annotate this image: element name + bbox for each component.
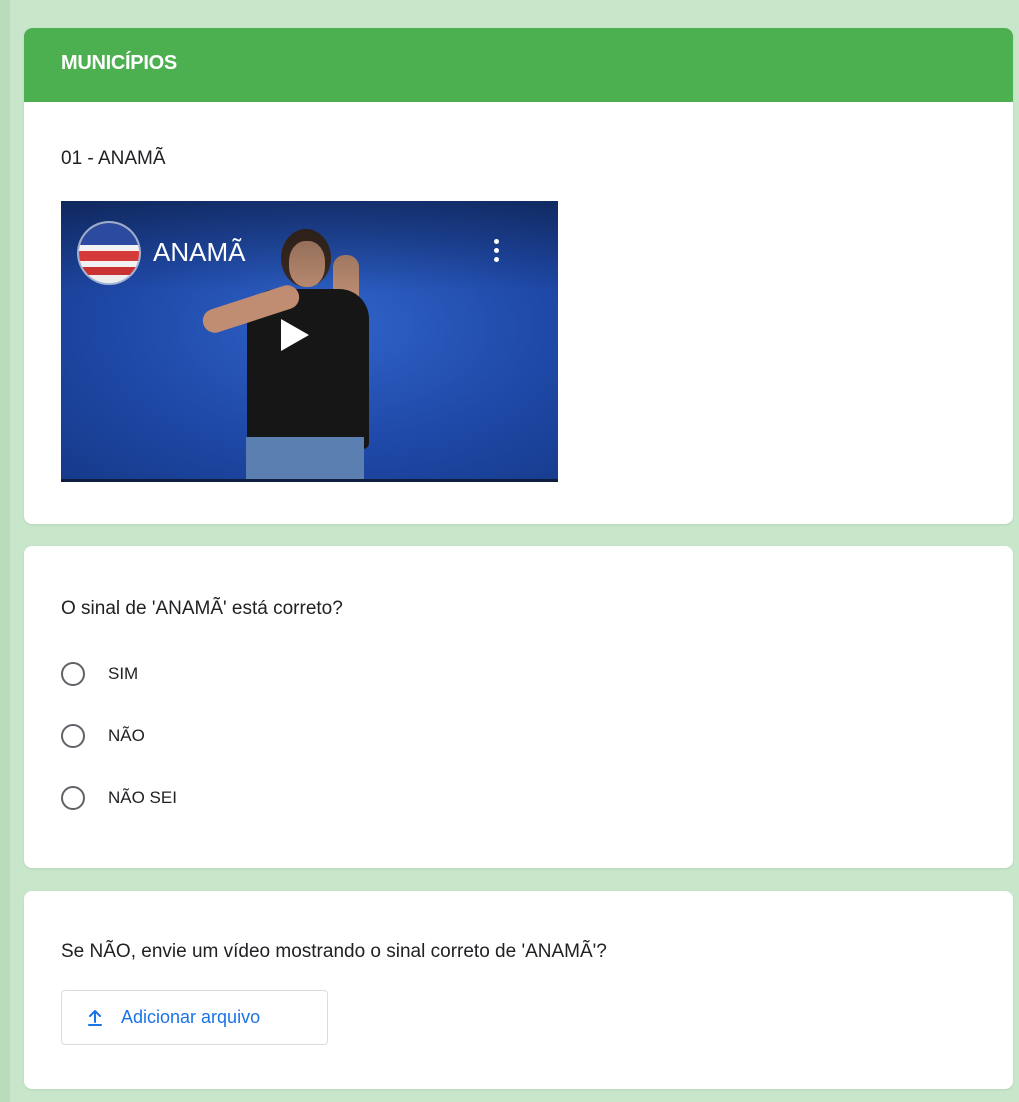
video-title[interactable]: ANAMÃ [153,237,245,268]
radio-label[interactable]: NÃO [108,726,145,746]
more-options-icon[interactable] [494,239,500,265]
video-person-legs [246,437,364,479]
upload-icon [88,1010,102,1026]
question-title: O sinal de 'ANAMÃ' está correto? [61,598,343,619]
add-file-label[interactable]: Adicionar arquivo [121,1007,260,1028]
upload-question-title: Se NÃO, envie um vídeo mostrando o sinal… [61,941,607,962]
radio-label[interactable]: NÃO SEI [108,788,177,808]
add-file-button[interactable]: Adicionar arquivo [61,990,328,1045]
radio-label[interactable]: SIM [108,664,138,684]
radio-option-sim[interactable]: SIM [61,660,361,690]
upload-card: Se NÃO, envie um vídeo mostrando o sinal… [24,891,1013,1089]
radio-button[interactable] [61,724,85,748]
section-card: MUNICÍPIOS 01 - ANAMÃ ANAMÃ [24,28,1013,524]
play-icon[interactable] [281,319,309,351]
radio-option-nao[interactable]: NÃO [61,722,361,752]
section-title: MUNICÍPIOS [61,52,177,74]
channel-logo[interactable] [79,223,139,283]
page-frame-edge [0,0,10,1102]
video-player[interactable]: ANAMÃ [61,201,558,482]
radio-option-nao-sei[interactable]: NÃO SEI [61,784,361,814]
radio-button[interactable] [61,662,85,686]
section-header: MUNICÍPIOS [24,28,1013,102]
question-card: O sinal de 'ANAMÃ' está correto? SIM NÃO… [24,546,1013,868]
item-title: 01 - ANAMÃ [61,148,166,169]
radio-button[interactable] [61,786,85,810]
